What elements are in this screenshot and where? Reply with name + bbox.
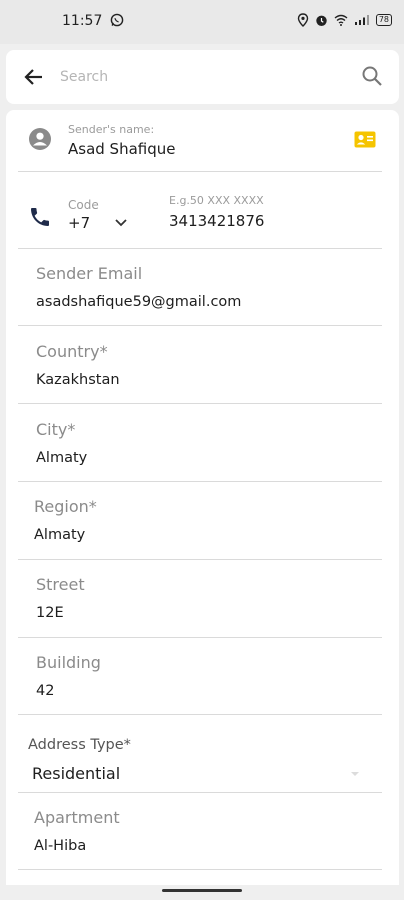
region-input[interactable]: Almaty	[34, 527, 85, 543]
address-type-label: Address Type*	[28, 737, 131, 753]
sender-email-input[interactable]: asadshafique59@gmail.com	[36, 294, 241, 310]
phone-number-hint: E.g.50 XXX XXXX	[169, 194, 264, 207]
whatsapp-icon	[110, 13, 124, 31]
apartment-label: Apartment	[34, 808, 120, 827]
divider	[18, 325, 382, 326]
country-input[interactable]: Kazakhstan	[36, 372, 120, 388]
city-label: City*	[36, 420, 76, 439]
home-indicator[interactable]	[162, 889, 242, 892]
divider	[18, 714, 382, 715]
divider	[18, 403, 382, 404]
country-code-value[interactable]: +7	[68, 214, 90, 232]
search-bar	[6, 50, 399, 104]
street-label: Street	[36, 575, 85, 594]
divider	[18, 559, 382, 560]
battery-level: 78	[375, 14, 392, 26]
phone-icon	[28, 205, 52, 229]
street-input[interactable]: 12E	[36, 605, 64, 621]
alarm-icon	[315, 14, 328, 27]
wifi-icon	[334, 14, 348, 26]
divider	[18, 171, 382, 172]
country-label: Country*	[36, 342, 108, 361]
divider	[18, 792, 382, 793]
phone-number-value[interactable]: 3413421876	[169, 212, 264, 230]
battery-icon: 78	[375, 14, 392, 26]
status-icons: 78	[297, 13, 392, 27]
search-input[interactable]	[60, 65, 350, 89]
account-circle-icon	[28, 127, 52, 151]
sender-name-value[interactable]: Asad Shafique	[68, 140, 175, 158]
address-type-select[interactable]: Residential	[32, 764, 120, 783]
divider	[18, 481, 382, 482]
status-bar: 11:57 78	[0, 0, 404, 44]
apartment-input[interactable]: Al-Hiba	[34, 838, 86, 854]
chevron-down-icon[interactable]	[113, 214, 129, 230]
sender-email-label: Sender Email	[36, 264, 143, 283]
dropdown-arrow-icon[interactable]	[348, 766, 362, 780]
location-icon	[297, 13, 309, 27]
region-label: Region*	[34, 497, 97, 516]
country-code-label: Code	[68, 198, 99, 212]
divider	[18, 869, 382, 870]
building-input[interactable]: 42	[36, 683, 54, 699]
contact-card-icon[interactable]	[354, 131, 376, 148]
divider	[18, 637, 382, 638]
building-label: Building	[36, 653, 101, 672]
city-input[interactable]: Almaty	[36, 450, 87, 466]
sender-name-label: Sender's name:	[68, 123, 155, 136]
search-icon[interactable]	[360, 64, 384, 88]
status-time: 11:57	[62, 13, 124, 31]
signal-icon	[354, 14, 370, 26]
back-arrow-icon[interactable]	[22, 65, 46, 89]
clock-text: 11:57	[62, 13, 103, 29]
divider	[18, 248, 382, 249]
